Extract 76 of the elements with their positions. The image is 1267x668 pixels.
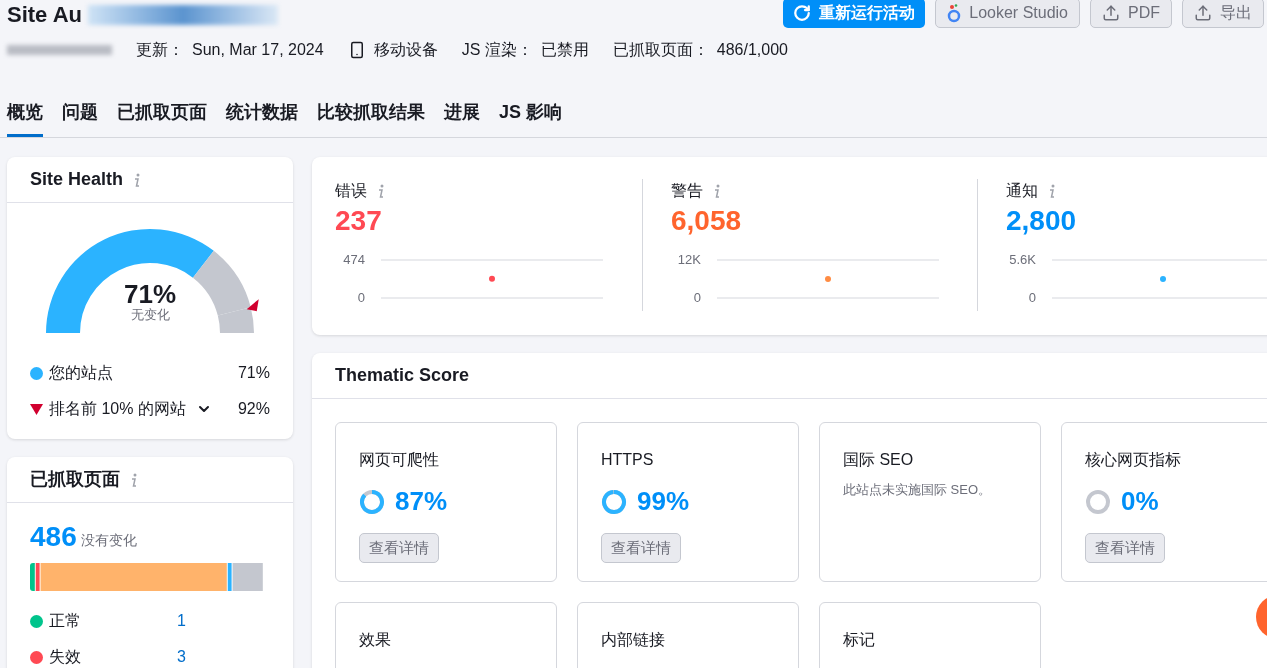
nav-tab[interactable]: 进展 (444, 98, 480, 137)
issue-count[interactable]: 237 (335, 203, 642, 238)
score-value[interactable]: 99% (637, 482, 690, 521)
data-point (825, 276, 831, 282)
info-value: 已禁用 (540, 40, 589, 60)
score-title: HTTPS (601, 450, 655, 470)
legend-value: 92% (237, 399, 270, 419)
refresh-icon (793, 4, 812, 22)
data-point (1160, 276, 1166, 282)
info-icon[interactable] (377, 183, 385, 199)
info-icon[interactable] (130, 471, 138, 488)
axis-tick-label: 474 (342, 253, 365, 266)
legend-count-link[interactable]: 3 (177, 645, 186, 668)
details-button[interactable]: 查看详情 (601, 533, 681, 563)
score-title: 标记 (843, 630, 876, 650)
legend-count-link[interactable]: 1 (177, 609, 186, 633)
issue-count[interactable]: 2,800 (1006, 203, 1267, 238)
card-title: Site Health (30, 168, 124, 191)
nav-tab[interactable]: 问题 (62, 98, 98, 137)
score-ring-icon (359, 488, 385, 515)
details-button[interactable]: 查看详情 (359, 533, 439, 563)
toolbar-button[interactable]: 导出 (1182, 0, 1264, 28)
score-ring-icon (1085, 488, 1111, 515)
crawled-count[interactable]: 486 (30, 523, 77, 551)
nav-tab[interactable]: JS 影响 (499, 98, 563, 137)
info-icon[interactable] (713, 183, 721, 199)
info-value: Sun, Mar 17, 2024 (192, 40, 324, 60)
legend-label: 失效 (49, 647, 82, 667)
info-label: 已抓取页面： (612, 40, 709, 60)
rerun-button[interactable]: 重新运行活动 (783, 0, 926, 28)
score-ring-icon (601, 488, 627, 515)
info-label: 更新： (136, 40, 184, 60)
issue-count[interactable]: 6,058 (671, 203, 977, 238)
info-label: JS 渲染： (461, 40, 533, 60)
nav-tab[interactable]: 统计数据 (226, 98, 298, 137)
change-text: 无变化 (130, 307, 170, 324)
axis-tick-label: 0 (356, 291, 365, 304)
toolbar-button[interactable]: Looker Studio (935, 0, 1080, 28)
legend-label: 排名前 10% 的网站 (49, 399, 186, 419)
data-point (489, 275, 495, 282)
upload-icon (1194, 4, 1212, 22)
nav-tab[interactable]: 概览 (7, 98, 43, 137)
info-icon[interactable] (133, 171, 142, 188)
card-title: 已抓取页面 (30, 468, 120, 491)
logo-icon (947, 3, 962, 23)
score-value[interactable]: 87% (395, 482, 448, 521)
page-title: Site Au (7, 4, 82, 26)
legend-label: 您的站点 (49, 363, 113, 383)
info-value: 移动设备 (373, 40, 438, 60)
legend-label: 正常 (49, 611, 82, 631)
axis-tick-label: 0 (1027, 291, 1036, 304)
score-title: 网页可爬性 (359, 450, 440, 470)
nav-tab[interactable]: 比较抓取结果 (317, 98, 425, 137)
issue-label: 警告 (671, 181, 703, 201)
health-score: 71% (123, 281, 176, 307)
score-title: 国际 SEO (843, 450, 915, 470)
card-title: Thematic Score (335, 364, 470, 387)
axis-tick-label: 0 (692, 291, 701, 304)
benchmark-marker-icon (246, 299, 259, 312)
axis-tick-label: 5.6K (1008, 253, 1036, 266)
nav-tab[interactable]: 已抓取页面 (117, 98, 207, 137)
score-value[interactable]: 0% (1121, 482, 1159, 521)
issue-label: 错误 (335, 181, 367, 201)
score-message: 此站点未实施国际 SEO。 (843, 481, 993, 499)
score-title: 内部链接 (601, 630, 666, 650)
details-button[interactable]: 查看详情 (1085, 533, 1165, 563)
axis-tick-label: 12K (676, 253, 701, 266)
info-value: 486/1,000 (716, 40, 788, 60)
toolbar-button[interactable]: PDF (1090, 0, 1172, 28)
issue-label: 通知 (1006, 181, 1038, 201)
info-icon[interactable] (1048, 183, 1056, 199)
score-title: 核心网页指标 (1085, 450, 1182, 470)
change-text: 没有变化 (80, 531, 137, 550)
score-title: 效果 (359, 630, 392, 650)
legend-value: 71% (237, 363, 270, 383)
upload-icon (1102, 4, 1120, 22)
